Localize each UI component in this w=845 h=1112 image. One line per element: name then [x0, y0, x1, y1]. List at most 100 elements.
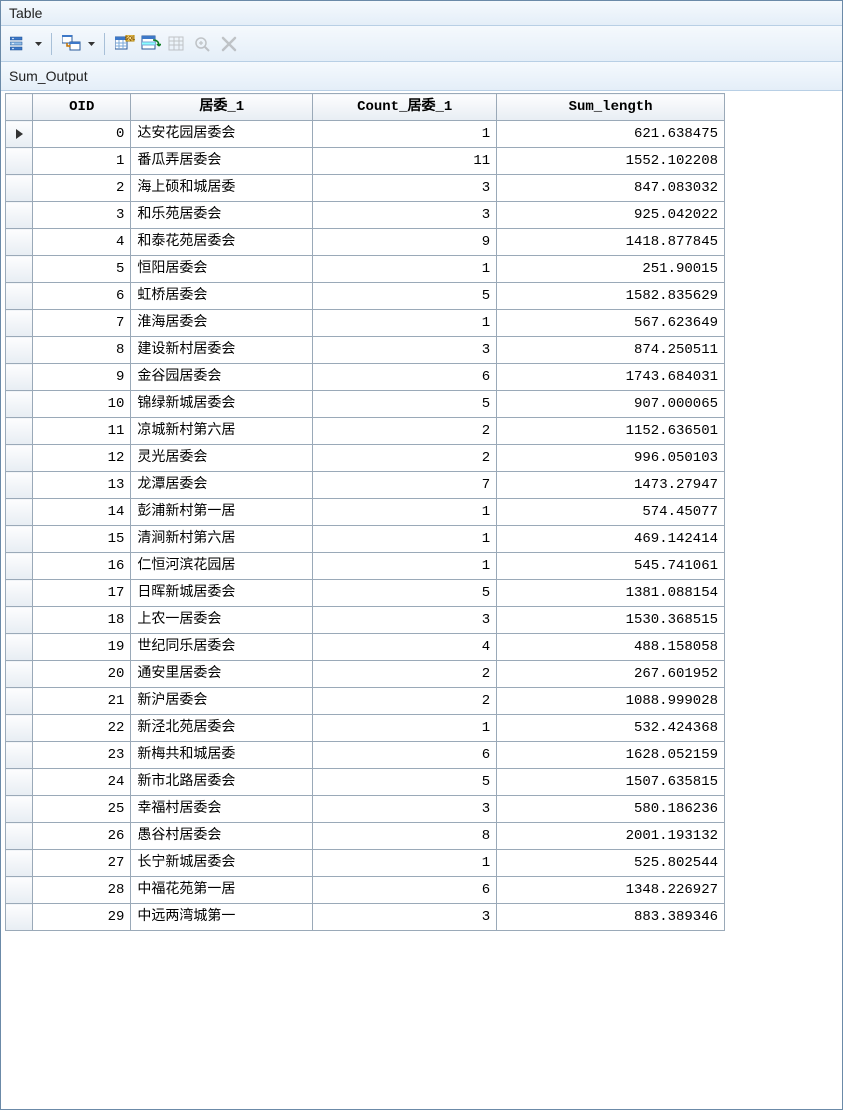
grid-container[interactable]: OID 居委_1 Count_居委_1 Sum_length 0达安花园居委会1…: [1, 91, 842, 1109]
cell-sum[interactable]: 545.741061: [497, 553, 725, 580]
cell-count[interactable]: 1: [313, 121, 497, 148]
table-row[interactable]: 4和泰花苑居委会91418.877845: [6, 229, 725, 256]
cell-sum[interactable]: 925.042022: [497, 202, 725, 229]
cell-count[interactable]: 5: [313, 580, 497, 607]
row-selector[interactable]: [6, 850, 33, 877]
table-row[interactable]: 10锦绿新城居委会5907.000065: [6, 391, 725, 418]
cell-name[interactable]: 恒阳居委会: [131, 256, 313, 283]
cell-oid[interactable]: 28: [33, 877, 131, 904]
cell-count[interactable]: 3: [313, 607, 497, 634]
cell-name[interactable]: 世纪同乐居委会: [131, 634, 313, 661]
row-selector-header[interactable]: [6, 94, 33, 121]
cell-oid[interactable]: 18: [33, 607, 131, 634]
cell-oid[interactable]: 13: [33, 472, 131, 499]
cell-name[interactable]: 幸福村居委会: [131, 796, 313, 823]
cell-sum[interactable]: 1088.999028: [497, 688, 725, 715]
cell-oid[interactable]: 5: [33, 256, 131, 283]
cell-oid[interactable]: 8: [33, 337, 131, 364]
cell-name[interactable]: 愚谷村居委会: [131, 823, 313, 850]
table-row[interactable]: 1番瓜弄居委会111552.102208: [6, 148, 725, 175]
row-selector[interactable]: [6, 580, 33, 607]
cell-oid[interactable]: 10: [33, 391, 131, 418]
row-selector[interactable]: [6, 742, 33, 769]
table-row[interactable]: 11凉城新村第六居21152.636501: [6, 418, 725, 445]
row-selector[interactable]: [6, 553, 33, 580]
cell-oid[interactable]: 15: [33, 526, 131, 553]
table-options-button[interactable]: [7, 32, 31, 56]
cell-sum[interactable]: 1552.102208: [497, 148, 725, 175]
cell-sum[interactable]: 1348.226927: [497, 877, 725, 904]
cell-oid[interactable]: 0: [33, 121, 131, 148]
table-row[interactable]: 2海上硕和城居委3847.083032: [6, 175, 725, 202]
cell-count[interactable]: 8: [313, 823, 497, 850]
table-options-dropdown[interactable]: [33, 32, 43, 56]
cell-sum[interactable]: 1418.877845: [497, 229, 725, 256]
cell-sum[interactable]: 1507.635815: [497, 769, 725, 796]
cell-name[interactable]: 建设新村居委会: [131, 337, 313, 364]
cell-count[interactable]: 3: [313, 796, 497, 823]
cell-name[interactable]: 淮海居委会: [131, 310, 313, 337]
cell-name[interactable]: 凉城新村第六居: [131, 418, 313, 445]
table-row[interactable]: 17日晖新城居委会51381.088154: [6, 580, 725, 607]
table-row[interactable]: 8建设新村居委会3874.250511: [6, 337, 725, 364]
cell-oid[interactable]: 19: [33, 634, 131, 661]
cell-count[interactable]: 2: [313, 661, 497, 688]
cell-count[interactable]: 3: [313, 337, 497, 364]
table-row[interactable]: 21新沪居委会21088.999028: [6, 688, 725, 715]
cell-count[interactable]: 6: [313, 742, 497, 769]
cell-name[interactable]: 新市北路居委会: [131, 769, 313, 796]
cell-count[interactable]: 6: [313, 877, 497, 904]
cell-oid[interactable]: 3: [33, 202, 131, 229]
row-selector[interactable]: [6, 634, 33, 661]
row-selector[interactable]: [6, 175, 33, 202]
table-row[interactable]: 19世纪同乐居委会4488.158058: [6, 634, 725, 661]
cell-sum[interactable]: 1582.835629: [497, 283, 725, 310]
row-selector[interactable]: [6, 445, 33, 472]
cell-count[interactable]: 4: [313, 634, 497, 661]
cell-oid[interactable]: 21: [33, 688, 131, 715]
cell-name[interactable]: 龙潭居委会: [131, 472, 313, 499]
table-row[interactable]: 25幸福村居委会3580.186236: [6, 796, 725, 823]
cell-count[interactable]: 1: [313, 526, 497, 553]
cell-sum[interactable]: 532.424368: [497, 715, 725, 742]
cell-sum[interactable]: 874.250511: [497, 337, 725, 364]
cell-oid[interactable]: 25: [33, 796, 131, 823]
row-selector[interactable]: [6, 904, 33, 931]
cell-sum[interactable]: 469.142414: [497, 526, 725, 553]
cell-name[interactable]: 清涧新村第六居: [131, 526, 313, 553]
row-selector[interactable]: [6, 526, 33, 553]
cell-name[interactable]: 中远两湾城第一: [131, 904, 313, 931]
cell-count[interactable]: 7: [313, 472, 497, 499]
cell-name[interactable]: 虹桥居委会: [131, 283, 313, 310]
table-row[interactable]: 28中福花苑第一居61348.226927: [6, 877, 725, 904]
table-row[interactable]: 27长宁新城居委会1525.802544: [6, 850, 725, 877]
table-row[interactable]: 24新市北路居委会51507.635815: [6, 769, 725, 796]
related-tables-button[interactable]: [60, 32, 84, 56]
table-row[interactable]: 26愚谷村居委会82001.193132: [6, 823, 725, 850]
cell-oid[interactable]: 20: [33, 661, 131, 688]
table-row[interactable]: 13龙潭居委会71473.27947: [6, 472, 725, 499]
table-row[interactable]: 5恒阳居委会1251.90015: [6, 256, 725, 283]
row-selector[interactable]: [6, 715, 33, 742]
row-selector[interactable]: [6, 796, 33, 823]
cell-sum[interactable]: 1152.636501: [497, 418, 725, 445]
table-row[interactable]: 20通安里居委会2267.601952: [6, 661, 725, 688]
cell-oid[interactable]: 29: [33, 904, 131, 931]
cell-sum[interactable]: 1530.368515: [497, 607, 725, 634]
cell-oid[interactable]: 14: [33, 499, 131, 526]
switch-selection-button[interactable]: [139, 32, 163, 56]
cell-name[interactable]: 和乐苑居委会: [131, 202, 313, 229]
table-row[interactable]: 0达安花园居委会1621.638475: [6, 121, 725, 148]
cell-sum[interactable]: 567.623649: [497, 310, 725, 337]
cell-name[interactable]: 通安里居委会: [131, 661, 313, 688]
cell-count[interactable]: 5: [313, 283, 497, 310]
table-row[interactable]: 18上农一居委会31530.368515: [6, 607, 725, 634]
cell-count[interactable]: 1: [313, 850, 497, 877]
cell-name[interactable]: 新梅共和城居委: [131, 742, 313, 769]
cell-sum[interactable]: 907.000065: [497, 391, 725, 418]
col-header-oid[interactable]: OID: [33, 94, 131, 121]
cell-oid[interactable]: 11: [33, 418, 131, 445]
cell-name[interactable]: 番瓜弄居委会: [131, 148, 313, 175]
cell-name[interactable]: 灵光居委会: [131, 445, 313, 472]
col-header-count[interactable]: Count_居委_1: [313, 94, 497, 121]
